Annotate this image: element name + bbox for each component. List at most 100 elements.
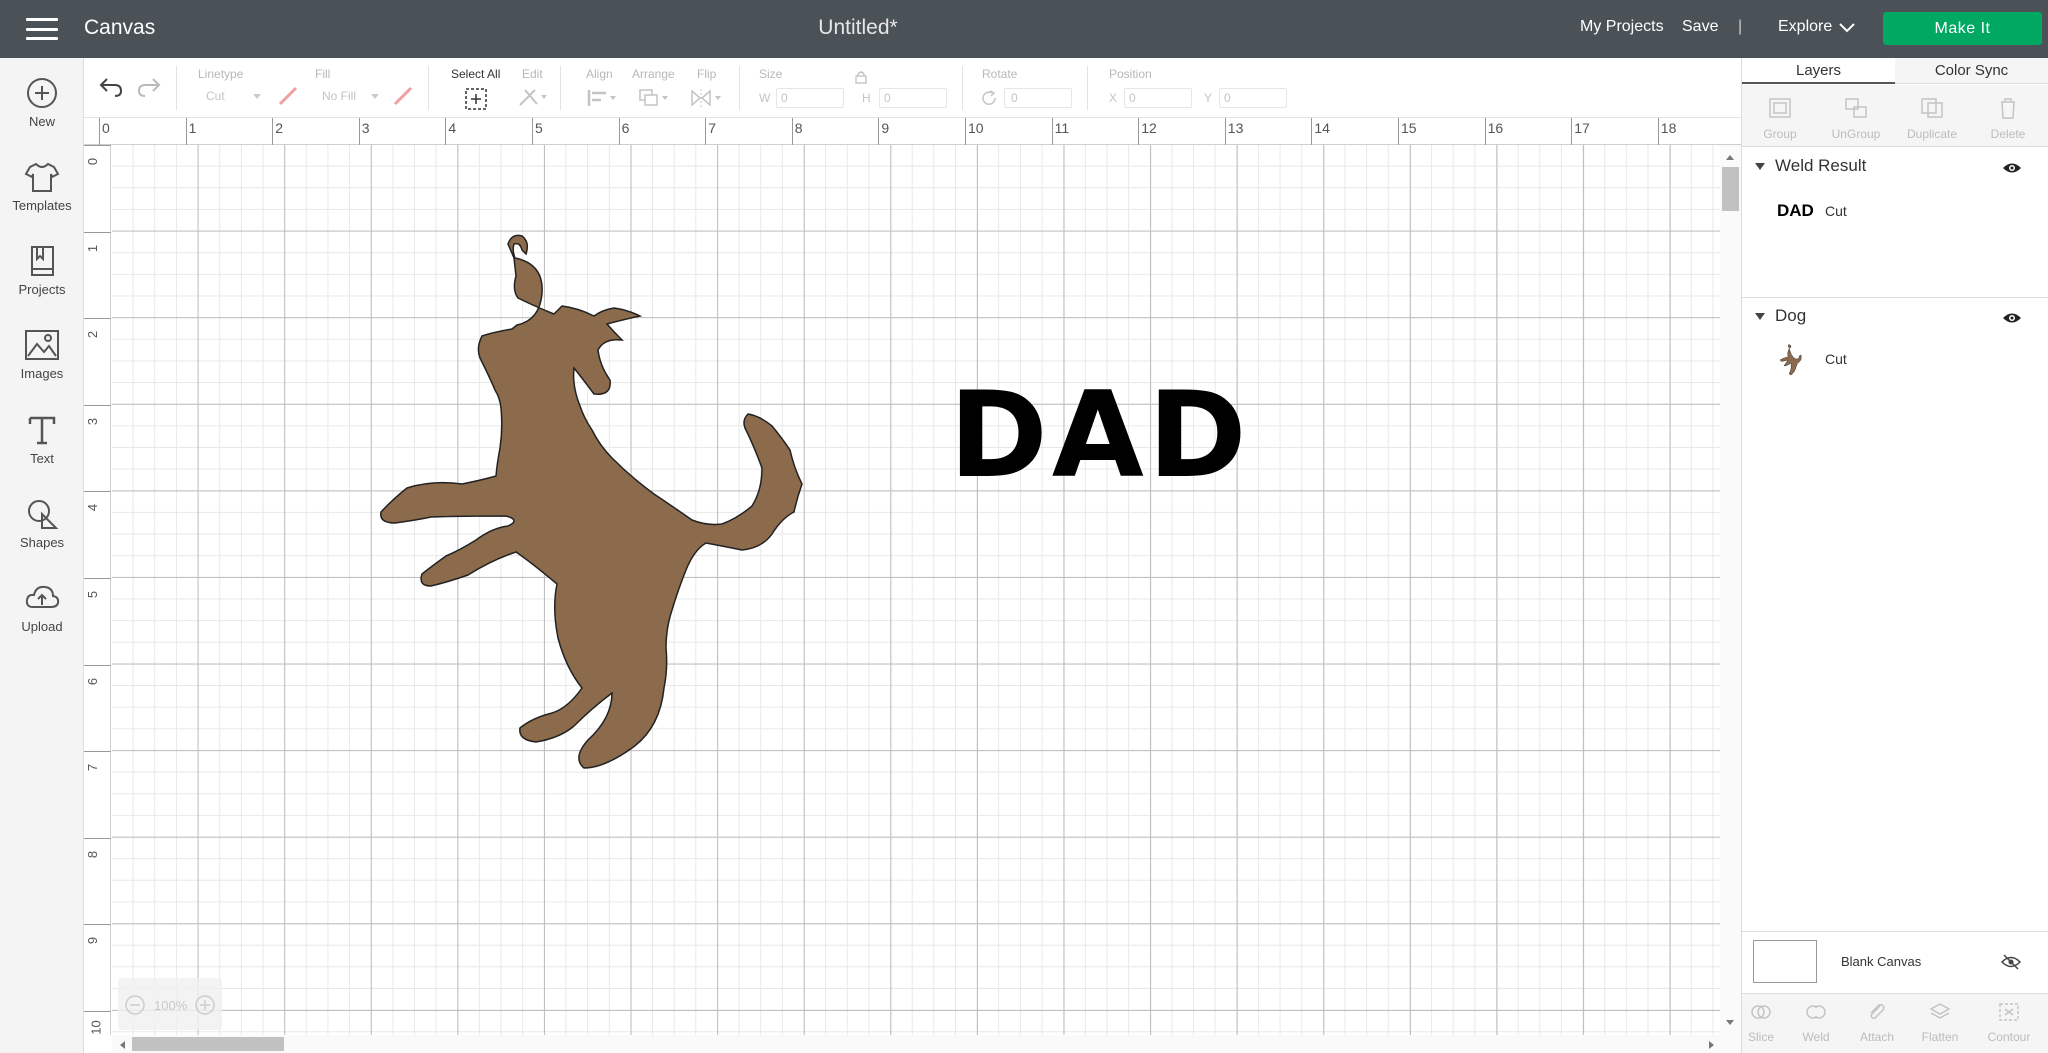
fill-color-swatch-icon[interactable]: [392, 85, 414, 107]
sidebar-item-new[interactable]: New: [0, 76, 84, 156]
group-title: Dog: [1775, 306, 1807, 325]
sidebar-item-projects[interactable]: Projects: [0, 244, 84, 324]
eye-visibility-icon[interactable]: [2002, 161, 2022, 175]
width-input[interactable]: 0: [776, 88, 844, 108]
ruler-tick: [84, 1011, 111, 1012]
fill-select[interactable]: No Fill: [322, 89, 356, 103]
sidebar-item-upload[interactable]: Upload: [0, 581, 84, 661]
y-position-input[interactable]: 0: [1219, 88, 1287, 108]
layer-group-dog[interactable]: Dog Cut: [1742, 298, 2048, 378]
flatten-button[interactable]: Flatten: [1909, 1002, 1971, 1044]
redo-icon[interactable]: [136, 76, 162, 98]
height-value: 0: [884, 91, 891, 105]
ruler-number-left: 7: [85, 764, 101, 772]
my-projects-link[interactable]: My Projects: [1580, 18, 1664, 36]
scroll-up-arrow-icon[interactable]: [1725, 153, 1735, 161]
layer-label: Cut: [1825, 203, 1847, 219]
sidebar-item-images[interactable]: Images: [0, 328, 84, 408]
x-position-input[interactable]: 0: [1124, 88, 1192, 108]
group-label: Group: [1763, 127, 1797, 141]
tab-layers[interactable]: Layers: [1742, 58, 1895, 84]
weld-button[interactable]: Weld: [1785, 1002, 1847, 1044]
ruler-tick: [84, 751, 111, 753]
select-all-icon[interactable]: [464, 87, 488, 111]
zoom-in-icon[interactable]: [194, 994, 216, 1016]
zoom-out-icon[interactable]: [124, 994, 146, 1016]
linetype-color-swatch-icon[interactable]: [277, 85, 299, 107]
ruler-number-top: 6: [621, 120, 630, 136]
collapse-triangle-icon[interactable]: [1755, 163, 1765, 170]
y-label: Y: [1204, 91, 1213, 105]
group-button[interactable]: Group: [1742, 97, 1818, 141]
duplicate-button[interactable]: Duplicate: [1894, 97, 1970, 141]
ungroup-button[interactable]: UnGroup: [1818, 97, 1894, 141]
blank-canvas-swatch[interactable]: [1753, 940, 1817, 983]
ruler-tick: [84, 231, 111, 233]
linetype-select[interactable]: Cut: [206, 89, 225, 103]
rotate-input[interactable]: 0: [1004, 88, 1072, 108]
ruler-number-top: 9: [881, 120, 890, 136]
horizontal-scroll-thumb[interactable]: [132, 1037, 284, 1051]
x-label: X: [1109, 91, 1118, 105]
make-it-button[interactable]: Make It: [1883, 12, 2042, 45]
horizontal-scrollbar[interactable]: [112, 1035, 1741, 1053]
sidebar-item-text[interactable]: Text: [0, 413, 84, 493]
lock-icon[interactable]: [855, 70, 867, 84]
cloud-upload-icon: [25, 585, 60, 608]
paperclip-icon: [1870, 1004, 1885, 1019]
group-icon: [1769, 98, 1791, 118]
sidebar-item-templates[interactable]: Templates: [0, 160, 84, 240]
flip-icon[interactable]: [690, 88, 724, 108]
fill-dropdown-icon[interactable]: [370, 93, 380, 101]
linetype-dropdown-icon[interactable]: [252, 93, 262, 101]
ruler-number-top: 8: [794, 120, 803, 136]
flip-label: Flip: [697, 67, 717, 81]
trash-icon: [2001, 98, 2015, 119]
dog-silhouette-image[interactable]: [282, 228, 882, 833]
delete-button[interactable]: Delete: [1970, 97, 2046, 141]
scroll-left-arrow-icon[interactable]: [118, 1040, 126, 1050]
save-link[interactable]: Save: [1682, 18, 1718, 36]
arrange-icon[interactable]: [638, 88, 670, 108]
ruler-number-left: 5: [85, 590, 101, 599]
select-all-label[interactable]: Select All: [451, 67, 500, 81]
dad-text-object[interactable]: DAD: [949, 377, 1251, 496]
edit-tools-icon[interactable]: [517, 87, 549, 109]
bookmark-book-icon: [31, 246, 54, 276]
eye-hidden-icon[interactable]: [2001, 954, 2021, 970]
ruler-number-left: 8: [85, 850, 101, 858]
attach-label: Attach: [1859, 1030, 1895, 1044]
vertical-scroll-thumb[interactable]: [1722, 167, 1739, 211]
ruler-tick: [84, 924, 111, 926]
design-canvas[interactable]: DAD: [112, 145, 1720, 1035]
sidebar-label-shapes: Shapes: [19, 535, 65, 550]
ruler-tick: [878, 118, 880, 145]
slice-button[interactable]: Slice: [1730, 1002, 1792, 1044]
ruler-tick: [532, 118, 533, 145]
align-icon[interactable]: [586, 88, 618, 108]
scroll-right-arrow-icon[interactable]: [1708, 1040, 1716, 1050]
explore-link[interactable]: Explore: [1778, 18, 1832, 36]
height-input[interactable]: 0: [879, 88, 947, 108]
document-title[interactable]: Untitled*: [0, 16, 1716, 40]
sidebar-item-shapes[interactable]: Shapes: [0, 497, 84, 577]
eye-visibility-icon[interactable]: [2002, 311, 2022, 325]
contour-icon: [1999, 1003, 2019, 1021]
layer-group-weld-result[interactable]: Weld Result DAD Cut: [1742, 148, 2048, 298]
attach-button[interactable]: Attach: [1846, 1002, 1908, 1044]
vertical-scrollbar[interactable]: [1720, 145, 1741, 1035]
ruler-number-top: 17: [1574, 120, 1590, 136]
zoom-level: 100%: [154, 998, 188, 1013]
sidebar-label-text: Text: [30, 451, 54, 466]
plus-circle-icon: [27, 78, 57, 108]
undo-icon[interactable]: [98, 76, 124, 98]
collapse-triangle-icon[interactable]: [1755, 313, 1765, 320]
align-label: Align: [586, 67, 613, 81]
rotate-icon: [982, 90, 996, 105]
chevron-down-icon[interactable]: [1838, 20, 1856, 34]
dog-shape[interactable]: [380, 234, 803, 769]
contour-button[interactable]: Contour: [1978, 1002, 2040, 1044]
tab-color-sync[interactable]: Color Sync: [1895, 58, 2048, 84]
arrange-label: Arrange: [632, 67, 675, 81]
ruler-number-left: 4: [85, 504, 101, 512]
